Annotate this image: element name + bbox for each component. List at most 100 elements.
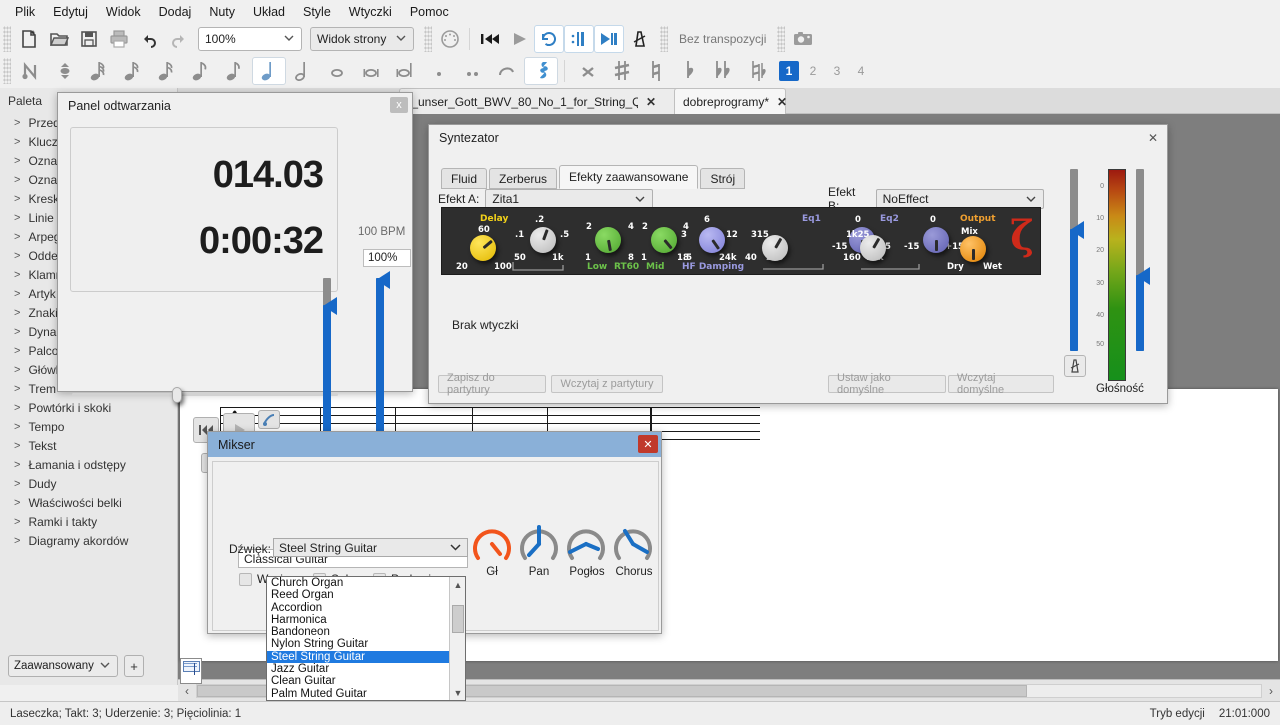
- palette-item[interactable]: > Diagramy akordów: [0, 531, 177, 550]
- add-workspace-button[interactable]: +: [124, 655, 144, 677]
- palette-item[interactable]: > Ramki i takty: [0, 512, 177, 531]
- duration-quarter-icon[interactable]: [252, 57, 286, 85]
- view-mode-select[interactable]: Widok strony: [310, 27, 414, 51]
- voice-1-button[interactable]: 1: [779, 61, 799, 81]
- position-slider[interactable]: [72, 387, 338, 403]
- rewind-icon[interactable]: [474, 25, 504, 53]
- note-input-mode-icon[interactable]: [14, 57, 48, 85]
- close-icon[interactable]: x: [390, 97, 408, 113]
- midi-icon[interactable]: [435, 25, 465, 53]
- dropdown-scrollbar[interactable]: ▲ ▼: [449, 577, 465, 700]
- voice-2-button[interactable]: 2: [803, 61, 823, 81]
- dropdown-options[interactable]: Church Organ Reed Organ Accordion Harmon…: [267, 577, 450, 700]
- palette-item[interactable]: > Powtórki i skoki: [0, 398, 177, 417]
- redo-icon[interactable]: [164, 25, 194, 53]
- checkbox-box[interactable]: [239, 572, 252, 586]
- menu-item-wtyczki[interactable]: Wtyczki: [340, 2, 401, 22]
- synth-metronome-button[interactable]: [1064, 355, 1086, 377]
- dropdown-item[interactable]: Clean Guitar: [267, 675, 450, 687]
- new-score-icon[interactable]: [14, 25, 44, 53]
- reverb-knob[interactable]: [564, 522, 608, 566]
- zoom-select[interactable]: 100%: [198, 27, 302, 51]
- tab-fluid[interactable]: Fluid: [441, 168, 488, 189]
- print-icon[interactable]: [104, 25, 134, 53]
- tempo-slider-handle[interactable]: [323, 297, 337, 315]
- scroll-left-arrow[interactable]: ‹: [178, 684, 196, 698]
- palette-item[interactable]: > Tekst: [0, 436, 177, 455]
- camera-icon[interactable]: [788, 25, 818, 53]
- mixer-titlebar[interactable]: Mikser ✕: [208, 432, 661, 457]
- play-to-end-icon[interactable]: [594, 25, 624, 53]
- close-icon[interactable]: ✕: [777, 95, 787, 109]
- play-icon[interactable]: [504, 25, 534, 53]
- menu-item-nuty[interactable]: Nuty: [200, 2, 244, 22]
- note-pitch-updown-icon[interactable]: [48, 57, 82, 85]
- dropdown-item[interactable]: Accordion: [267, 602, 450, 614]
- palette-item[interactable]: > Właściwości belki: [0, 493, 177, 512]
- tab-stroj[interactable]: Strój: [700, 168, 746, 189]
- zita-knob-mid[interactable]: [651, 227, 677, 253]
- zita-knob-eq1-freq[interactable]: [762, 235, 788, 261]
- position-slider-handle[interactable]: [172, 387, 182, 403]
- zita1-effect-rack[interactable]: Delay 60 20 100 .2 .1 .5 50 1k 2 4 1 8 L…: [441, 207, 1041, 275]
- workspace-select[interactable]: Zaawansowany: [8, 655, 118, 677]
- volume-knob[interactable]: [470, 522, 514, 566]
- pan-knob[interactable]: [517, 522, 561, 566]
- menu-item-dodaj[interactable]: Dodaj: [150, 2, 201, 22]
- dropdown-item[interactable]: Nylon String Guitar: [267, 638, 450, 650]
- save-icon[interactable]: [74, 25, 104, 53]
- load-from-score-button[interactable]: Wczytaj z partytury: [551, 375, 663, 393]
- duration-eighth-alt-icon[interactable]: [218, 57, 252, 85]
- dot-icon[interactable]: [422, 57, 456, 85]
- accidental-sharp-icon[interactable]: [605, 57, 639, 85]
- zita-knob-hf-damping[interactable]: [699, 227, 725, 253]
- accidental-flat-icon[interactable]: [673, 57, 707, 85]
- tie-icon[interactable]: [490, 57, 524, 85]
- menu-item-pomoc[interactable]: Pomoc: [401, 2, 458, 22]
- accidental-double-flat-icon[interactable]: [707, 57, 741, 85]
- tab-zerberus[interactable]: Zerberus: [489, 168, 558, 189]
- tab-score-1[interactable]: t_unser_Gott_BWV_80_No_1_for_String_Quar…: [399, 88, 679, 114]
- save-to-score-button[interactable]: Zapisz do partytury: [438, 372, 546, 396]
- menu-item-uklad[interactable]: Układ: [244, 2, 294, 22]
- zita-knob-delay-time[interactable]: [530, 227, 556, 253]
- duration-longa-icon[interactable]: [388, 57, 422, 85]
- tempo-percent-field[interactable]: 100%: [363, 249, 411, 267]
- effect-b-select[interactable]: NoEffect: [875, 189, 1044, 209]
- duration-whole-icon[interactable]: [320, 57, 354, 85]
- count-in-button[interactable]: [258, 410, 280, 429]
- menu-item-style[interactable]: Style: [294, 2, 340, 22]
- effect-a-select[interactable]: Zita1: [485, 189, 654, 209]
- zita-knob-eq2-gain[interactable]: [923, 227, 949, 253]
- close-icon[interactable]: ✕: [1145, 130, 1161, 146]
- synth-left-slider-handle[interactable]: [1070, 221, 1084, 239]
- sound-dropdown-list[interactable]: Church Organ Reed Organ Accordion Harmon…: [266, 576, 466, 701]
- duration-16th-icon[interactable]: [150, 57, 184, 85]
- voice-3-button[interactable]: 3: [827, 61, 847, 81]
- chorus-knob[interactable]: [611, 522, 655, 566]
- duration-breve-icon[interactable]: [354, 57, 388, 85]
- toolbar-grip-2[interactable]: [424, 26, 432, 52]
- toolbar-grip[interactable]: [3, 26, 11, 52]
- toolbar-grip-3[interactable]: [660, 26, 668, 52]
- page-thumbnail[interactable]: [180, 658, 202, 684]
- tab-efekty-zaawansowane[interactable]: Efekty zaawansowane: [559, 165, 699, 189]
- dropdown-scroll-thumb[interactable]: [452, 605, 464, 633]
- load-default-button[interactable]: Wczytaj domyślne: [948, 372, 1054, 396]
- menu-item-edytuj[interactable]: Edytuj: [44, 2, 97, 22]
- duration-half-icon[interactable]: [286, 57, 320, 85]
- voice-4-button[interactable]: 4: [851, 61, 871, 81]
- sound-select[interactable]: Steel String Guitar: [273, 538, 468, 557]
- menu-item-widok[interactable]: Widok: [97, 2, 150, 22]
- duration-eighth-icon[interactable]: [184, 57, 218, 85]
- double-dot-icon[interactable]: [456, 57, 490, 85]
- zita-knob-output-mix[interactable]: [960, 236, 986, 262]
- menu-item-plik[interactable]: Plik: [6, 2, 44, 22]
- close-icon[interactable]: ✕: [638, 435, 658, 453]
- palette-item[interactable]: > Dudy: [0, 474, 177, 493]
- close-icon[interactable]: ✕: [646, 95, 656, 109]
- loop-icon[interactable]: [534, 25, 564, 53]
- dropdown-item[interactable]: Palm Muted Guitar: [267, 688, 450, 700]
- zita-knob-delay[interactable]: [470, 235, 496, 261]
- playback-panel-window[interactable]: Panel odtwarzania x 014.03 0:00:32 100 B…: [57, 92, 413, 479]
